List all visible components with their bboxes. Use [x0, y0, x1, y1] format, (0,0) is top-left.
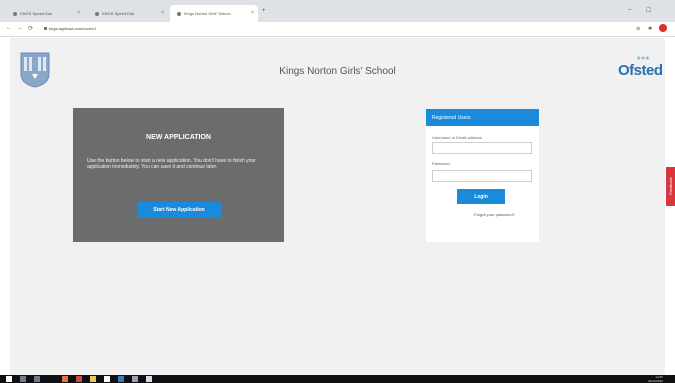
search-icon[interactable]	[20, 376, 26, 382]
ofsted-logo: Ofsted	[618, 62, 663, 79]
ofsted-stars-icon: ★★★	[636, 56, 650, 62]
start-new-application-button[interactable]: Start New Application	[137, 202, 221, 218]
folder-icon[interactable]	[90, 376, 96, 382]
new-application-panel: NEW APPLICATION Use the button below to …	[73, 108, 284, 242]
tab-title: Kings Norton Girls' School	[184, 11, 231, 16]
tab-title: KNGS Speed Dial	[20, 11, 53, 16]
close-tab-icon[interactable]: ×	[161, 10, 164, 16]
app-icon[interactable]	[146, 376, 152, 382]
restore-icon[interactable]: ☐	[646, 7, 651, 14]
puzzle-icon[interactable]: ✱	[648, 26, 652, 32]
profile-avatar[interactable]	[659, 24, 667, 32]
minimize-icon[interactable]: –	[628, 7, 631, 13]
url-text: kngs.applicaa.com/core/v1	[49, 26, 97, 31]
task-view-icon[interactable]	[34, 376, 40, 382]
browser-address-bar: ← → ⟳ kngs.applicaa.com/core/v1 ⊕ ✱	[0, 22, 675, 37]
app-icon[interactable]	[118, 376, 124, 382]
login-button[interactable]: Login	[457, 189, 505, 204]
close-tab-icon[interactable]: ×	[251, 10, 254, 16]
reload-icon[interactable]: ⟳	[28, 25, 33, 32]
school-crest-icon	[20, 52, 50, 88]
clock-date: 26/11/2020	[648, 379, 663, 383]
username-label: Username or Email address	[432, 135, 482, 140]
tab-favicon-icon	[13, 11, 17, 16]
forward-icon[interactable]: →	[17, 25, 23, 31]
feedback-tab[interactable]: Feedback	[666, 167, 675, 206]
lock-icon	[44, 27, 47, 30]
url-field[interactable]: kngs.applicaa.com/core/v1	[44, 26, 96, 31]
browser-tab[interactable]: KNGS Speed Dial ×	[88, 5, 168, 22]
browser-tab-active[interactable]: Kings Norton Girls' School ×	[170, 5, 258, 22]
browser-tab[interactable]: KNGS Speed Dial ×	[6, 5, 84, 22]
taskbar-clock[interactable]: 14:25 26/11/2020	[648, 375, 663, 383]
site-title: Kings Norton Girls' School	[279, 66, 396, 77]
login-heading: Registered Users	[426, 109, 539, 126]
new-application-heading: NEW APPLICATION	[146, 134, 211, 141]
close-tab-icon[interactable]: ×	[77, 10, 80, 16]
new-application-description: Use the button below to start a new appl…	[87, 158, 256, 170]
login-card: Registered Users Username or Email addre…	[426, 109, 539, 242]
tab-title: KNGS Speed Dial	[102, 11, 135, 16]
new-tab-button[interactable]: +	[262, 8, 266, 14]
start-icon[interactable]	[6, 376, 12, 382]
extension-icon[interactable]: ⊕	[636, 26, 640, 32]
taskbar: 14:25 26/11/2020	[0, 375, 675, 383]
password-label: Password	[432, 161, 450, 166]
forgot-password-link[interactable]: Forgot your password?	[474, 212, 515, 217]
app-icon[interactable]	[76, 376, 82, 382]
browser-tab-strip: KNGS Speed Dial × KNGS Speed Dial × King…	[0, 0, 675, 22]
tab-favicon-icon	[177, 11, 181, 16]
password-field[interactable]	[432, 170, 532, 182]
app-icon[interactable]	[132, 376, 138, 382]
username-field[interactable]	[432, 142, 532, 154]
back-icon[interactable]: ←	[6, 25, 12, 31]
app-icon[interactable]	[104, 376, 110, 382]
app-icon[interactable]	[62, 376, 68, 382]
tab-favicon-icon	[95, 11, 99, 16]
